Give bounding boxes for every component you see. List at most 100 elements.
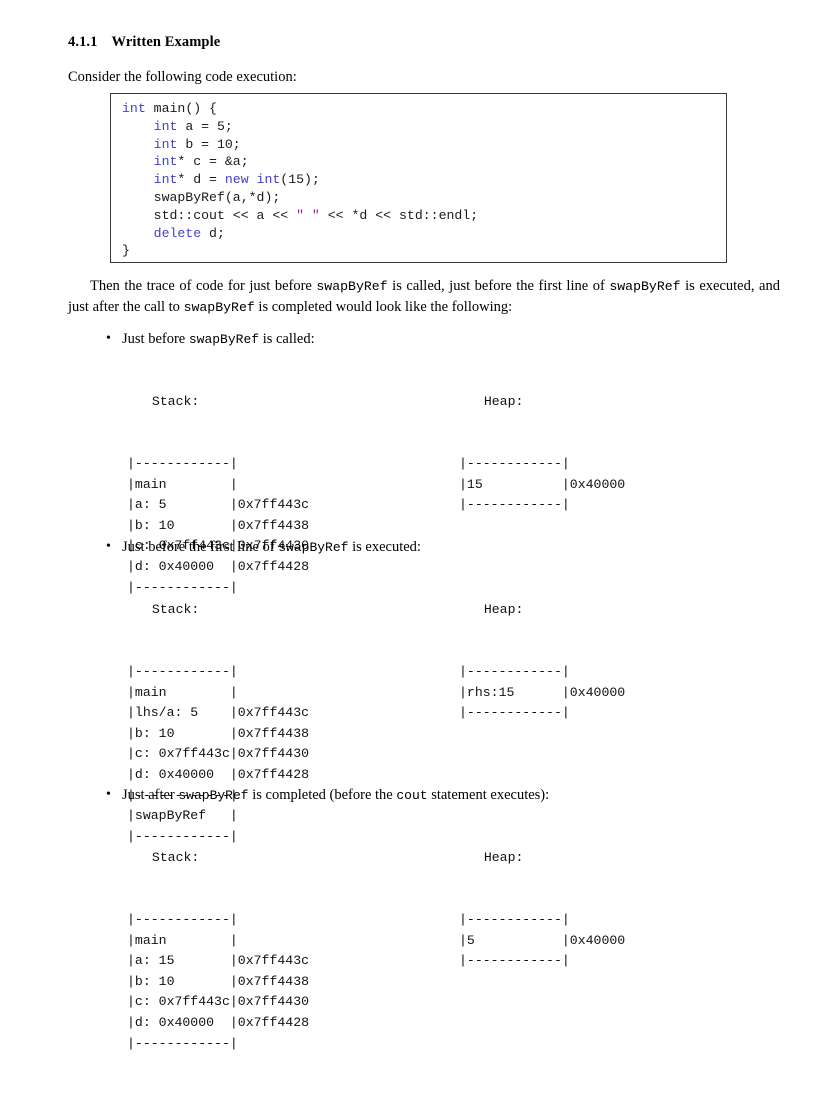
trace-text-1: Then the trace of code for just before [90, 278, 317, 294]
label-mid: is completed (before the [248, 787, 397, 803]
trace-row: |a: 5 |0x7ff443c [127, 497, 310, 513]
heap-header: Heap: [468, 850, 524, 866]
trace-fn-3: swapByRef [183, 300, 255, 315]
trace-row: |main | [127, 932, 238, 948]
trace-row: |------------| [127, 1035, 238, 1051]
section-heading: 4.1.1 Written Example [68, 34, 220, 51]
code-text: << *d << std::endl; [319, 207, 479, 223]
trace-step-2-label: Just before the first line of swapByRef … [104, 537, 804, 557]
code-text: main() { [145, 101, 217, 116]
code-line: int* d = new int(15); [122, 172, 320, 187]
code-line: std::cout << a << " " << *d << std::endl… [122, 207, 479, 223]
trace-fn-2: swapByRef [609, 279, 681, 294]
trace-text-2: is called, just before the first line of [387, 278, 610, 294]
trace-row: |------------| [127, 455, 238, 471]
code-text: std::cout << a << [122, 207, 297, 223]
code-text: * c = &a; [177, 154, 249, 170]
heap-rows: |------------| |15 |0x40000 |------------| [459, 454, 625, 516]
trace-row: |main | [127, 476, 238, 492]
trace-step-3: Just after swapByRef is completed (befor… [104, 785, 804, 1051]
trace-row: |------------| [459, 663, 570, 679]
label-function: swapByRef [278, 540, 349, 555]
label-mid: is executed: [348, 539, 421, 555]
stack-rows: |------------| |main | |a: 15 |0x7ff443c |b… [127, 910, 309, 1054]
label-function: swapByRef [188, 332, 260, 347]
trace-row: |------------| [459, 705, 570, 721]
code-text: a = 5; [177, 118, 233, 134]
trace-row: |------------| [459, 455, 570, 471]
trace-row: |b: 10 |0x7ff4438 [127, 973, 310, 989]
trace-fn-1: swapByRef [316, 279, 388, 294]
code-line: delete d; [122, 226, 225, 241]
code-text: b = 10; [177, 136, 241, 152]
label-function-2: cout [396, 788, 428, 803]
trace-step-1: Just before swapByRef is called: Stack: … [104, 329, 804, 595]
code-text: d; [201, 225, 225, 241]
heap-header: Heap: [468, 602, 524, 618]
stack-header: Stack: [136, 850, 200, 866]
label-mid: is called: [259, 331, 315, 347]
heap-column-1: Heap: |------------| |15 |0x40000 |-------… [459, 351, 625, 557]
heap-column-3: Heap: |------------| |5 |0x40000 |--------… [459, 807, 625, 1013]
trace-row: |lhs/a: 5 |0x7ff443c [127, 705, 310, 721]
trace-row: |main | [127, 684, 238, 700]
label-post: statement executes): [427, 787, 550, 803]
stack-header: Stack: [136, 602, 200, 618]
code-text: } [122, 243, 130, 259]
label-pre: Just before the first line of [122, 539, 279, 555]
intro-paragraph: Consider the following code execution: [68, 69, 297, 85]
code-text: swapByRef(a,*d); [122, 189, 281, 205]
code-line: int main() { [122, 101, 217, 116]
trace-row: |------------| [459, 497, 570, 513]
trace-row: |15 |0x40000 [459, 476, 626, 492]
trace-row: |b: 10 |0x7ff4438 [127, 517, 310, 533]
heap-header: Heap: [468, 394, 524, 410]
code-line: int a = 5; [122, 119, 233, 134]
trace-row: |------------| [459, 911, 570, 927]
code-keyword: delete [153, 225, 202, 241]
document-page: 4.1.1 Written Example Consider the follow… [0, 0, 819, 1051]
code-keyword: int [153, 118, 178, 134]
code-keyword: new int [224, 172, 281, 188]
stack-header: Stack: [136, 394, 200, 410]
code-line: int b = 10; [122, 137, 241, 152]
code-keyword: int [153, 172, 178, 188]
heap-column-2: Heap: |------------| |rhs:15 |0x40000 |---… [459, 559, 625, 765]
trace-text-4: is completed would look like the followi… [254, 299, 513, 315]
label-function: swapByRef [178, 788, 249, 803]
code-block: int main() { int a = 5; int b = 10; int*… [110, 93, 727, 263]
trace-paragraph: Then the trace of code for just before s… [68, 276, 780, 318]
trace-row: |rhs:15 |0x40000 [459, 684, 626, 700]
stack-column-3: Stack: |------------| |main | |a: 15 |0x7f… [127, 807, 309, 1095]
trace-row: |------------| [127, 911, 238, 927]
trace-row: |b: 10 |0x7ff4438 [127, 725, 310, 741]
code-keyword: int [153, 136, 178, 152]
trace-row: |------------| [459, 953, 570, 969]
section-title: Written Example [111, 34, 221, 50]
code-line: swapByRef(a,*d); [122, 189, 281, 205]
label-pre: Just after [122, 787, 179, 803]
trace-row: |c: 0x7ff443c|0x7ff4430 [127, 994, 310, 1010]
trace-row: |d: 0x40000 |0x7ff4428 [127, 766, 310, 782]
section-number: 4.1.1 [68, 34, 98, 50]
trace-row: |c: 0x7ff443c|0x7ff4430 [127, 746, 310, 762]
trace-row: |d: 0x40000 |0x7ff4428 [127, 1014, 310, 1030]
trace-step-2: Just before the first line of swapByRef … [104, 537, 804, 844]
heap-rows: |------------| |rhs:15 |0x40000 |---------… [459, 662, 625, 724]
code-line: } [122, 243, 130, 258]
code-keyword: int [153, 154, 178, 170]
code-listing: int main() { int a = 5; int b = 10; int*… [122, 100, 726, 260]
code-text: * d = [177, 172, 225, 188]
code-line: int* c = &a; [122, 154, 249, 169]
trace-row: |a: 15 |0x7ff443c [127, 953, 310, 969]
code-keyword: int [122, 101, 146, 116]
label-pre: Just before [122, 331, 189, 347]
trace-step-3-label: Just after swapByRef is completed (befor… [104, 785, 804, 805]
code-string: " " [296, 207, 320, 223]
code-text: (15); [280, 172, 320, 188]
